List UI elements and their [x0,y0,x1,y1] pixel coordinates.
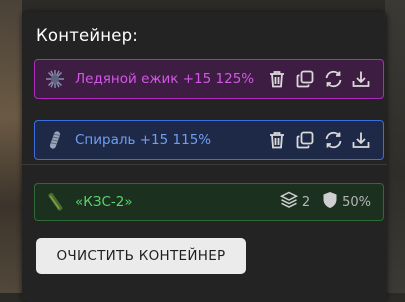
copy-icon[interactable] [295,130,315,150]
stack-count: 2 [301,194,311,210]
background-left [0,0,22,293]
item-label: Спираль +15 115% [75,132,212,148]
stack-stat: 2 [279,191,311,213]
spiral-item-icon [44,129,66,151]
protection-stat: 50% [322,191,371,213]
refresh-icon[interactable] [323,130,343,150]
download-icon[interactable] [351,69,371,89]
panel-title: Контейнер: [36,26,139,45]
protection-value: 50% [342,194,371,210]
item-label: «КЗС-2» [75,194,133,210]
container-item-spiral[interactable]: Спираль +15 115% [34,120,384,160]
shield-icon [322,191,338,213]
refresh-icon[interactable] [323,69,343,89]
spiky-creature-icon [44,68,66,90]
copy-icon[interactable] [295,69,315,89]
section-divider [22,164,387,165]
item-label: Ледяной ежик +15 125% [75,71,255,87]
trash-icon[interactable] [267,130,287,150]
container-item-kzs2[interactable]: «КЗС-2» 2 50% [34,183,384,221]
clear-container-button[interactable]: ОЧИСТИТЬ КОНТЕЙНЕР [36,238,246,274]
download-icon[interactable] [351,130,371,150]
green-pipe-icon [44,191,66,213]
container-item-ice-hedgehog[interactable]: Ледяной ежик +15 125% [34,59,384,99]
background-right [385,0,405,293]
container-panel: Контейнер: Ледяной ежик +15 125% Спираль… [22,12,387,302]
trash-icon[interactable] [267,69,287,89]
layers-icon [279,191,298,213]
